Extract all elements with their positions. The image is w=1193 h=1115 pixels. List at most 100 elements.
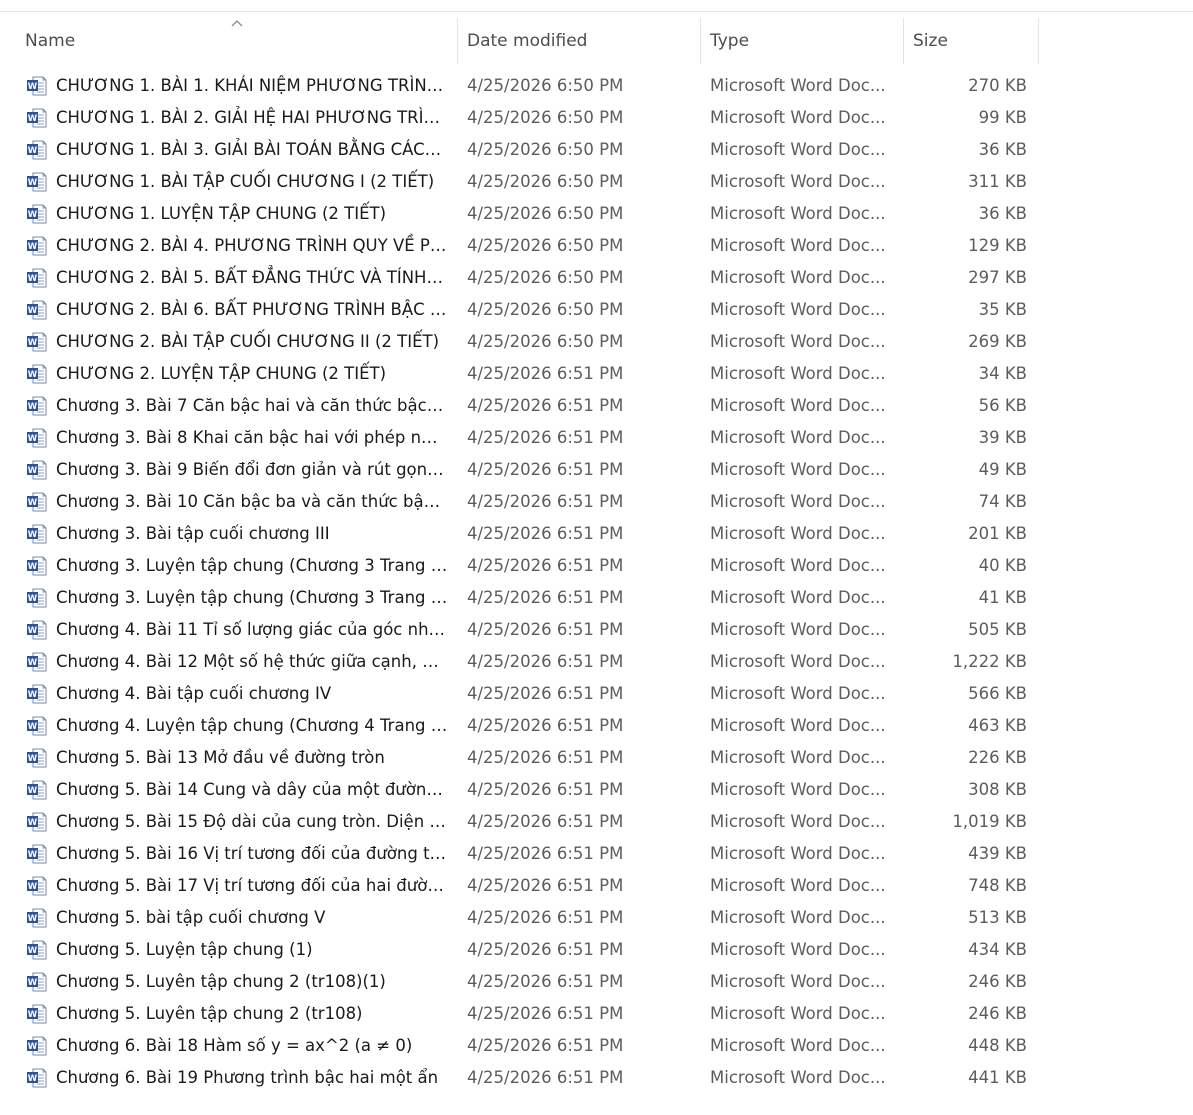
file-row[interactable]: W Chương 5. Luyện tập chung (1) 4/25/2026 … xyxy=(0,934,1193,966)
file-name[interactable]: Chương 3. Bài 8 Khai căn bậc hai với phé… xyxy=(56,422,448,454)
svg-text:W: W xyxy=(28,914,38,924)
file-name[interactable]: CHƯƠNG 1. BÀI TẬP CUỐI CHƯƠNG I (2 TIẾT) xyxy=(56,166,448,198)
file-name[interactable]: Chương 3. Bài 7 Căn bậc hai và căn thức … xyxy=(56,390,448,422)
file-date-modified: 4/25/2026 6:51 PM xyxy=(467,780,624,799)
file-date-modified: 4/25/2026 6:51 PM xyxy=(467,748,624,767)
file-date-modified: 4/25/2026 6:51 PM xyxy=(467,1036,624,1055)
svg-text:W: W xyxy=(28,658,38,668)
word-doc-icon: W xyxy=(27,332,47,352)
file-row[interactable]: W Chương 3. Luyện tập chung (Chương 3 Tra… xyxy=(0,582,1193,614)
svg-text:W: W xyxy=(28,498,38,508)
file-row[interactable]: W Chương 3. Bài tập cuối chương III 4/25/2… xyxy=(0,518,1193,550)
file-name[interactable]: CHƯƠNG 2. BÀI TẬP CUỐI CHƯƠNG II (2 TIẾT… xyxy=(56,326,448,358)
file-type: Microsoft Word Doc... xyxy=(710,1036,886,1055)
file-name[interactable]: Chương 5. Bài 14 Cung và dây của một đườ… xyxy=(56,774,448,806)
file-row[interactable]: W Chương 5. Bài 17 Vị trí tương đối của h… xyxy=(0,870,1193,902)
file-row[interactable]: W Chương 5. Bài 16 Vị trí tương đối của đ… xyxy=(0,838,1193,870)
file-size: 748 KB xyxy=(968,876,1027,895)
file-row[interactable]: W Chương 6. Bài 19 Phương trình bậc hai m… xyxy=(0,1062,1193,1094)
file-size: 246 KB xyxy=(968,972,1027,991)
file-date-modified: 4/25/2026 6:51 PM xyxy=(467,460,624,479)
file-name[interactable]: Chương 3. Luyện tập chung (Chương 3 Tran… xyxy=(56,550,448,582)
file-row[interactable]: W CHƯƠNG 1. LUYỆN TẬP CHUNG (2 TIẾT) 4/25/… xyxy=(0,198,1193,230)
word-doc-icon: W xyxy=(27,268,47,288)
file-row[interactable]: W Chương 4. Luyện tập chung (Chương 4 Tra… xyxy=(0,710,1193,742)
svg-text:W: W xyxy=(28,402,38,412)
file-date-modified: 4/25/2026 6:50 PM xyxy=(467,76,624,95)
file-size: 226 KB xyxy=(968,748,1027,767)
file-size: 463 KB xyxy=(968,716,1027,735)
file-name[interactable]: Chương 4. Bài tập cuối chương IV xyxy=(56,678,448,710)
column-header-size[interactable]: Size xyxy=(905,18,1038,64)
file-date-modified: 4/25/2026 6:51 PM xyxy=(467,1004,624,1023)
column-divider[interactable] xyxy=(457,18,458,64)
file-row[interactable]: W Chương 5. Luyên tập chung 2 (tr108)(1) 4… xyxy=(0,966,1193,998)
file-name[interactable]: Chương 4. Bài 11 Tỉ số lượng giác của gó… xyxy=(56,614,448,646)
column-divider[interactable] xyxy=(1038,18,1039,64)
file-name[interactable]: Chương 6. Bài 19 Phương trình bậc hai mộ… xyxy=(56,1062,448,1094)
file-name[interactable]: Chương 5. Luyện tập chung (1) xyxy=(56,934,448,966)
file-name[interactable]: Chương 5. Bài 13 Mở đầu về đường tròn xyxy=(56,742,448,774)
file-name[interactable]: Chương 3. Bài tập cuối chương III xyxy=(56,518,448,550)
file-size: 1,019 KB xyxy=(952,812,1027,831)
file-row[interactable]: W CHƯƠNG 1. BÀI 1. KHÁI NIỆM PHƯƠNG TRÌNH… xyxy=(0,70,1193,102)
file-name[interactable]: Chương 3. Bài 10 Căn bậc ba và căn thức … xyxy=(56,486,448,518)
file-row[interactable]: W Chương 3. Bài 10 Căn bậc ba và căn thức… xyxy=(0,486,1193,518)
file-row[interactable]: W Chương 4. Bài 11 Tỉ số lượng giác của g… xyxy=(0,614,1193,646)
file-row[interactable]: W CHƯƠNG 2. BÀI 4. PHƯƠNG TRÌNH QUY VỀ PH… xyxy=(0,230,1193,262)
svg-text:W: W xyxy=(28,370,38,380)
file-name[interactable]: Chương 5. Bài 16 Vị trí tương đối của đư… xyxy=(56,838,448,870)
word-doc-icon: W xyxy=(27,204,47,224)
file-name[interactable]: Chương 5. bài tập cuối chương V xyxy=(56,902,448,934)
word-doc-icon: W xyxy=(27,652,47,672)
column-header-row: Name Date modified Type Size xyxy=(0,18,1193,64)
file-name[interactable]: CHƯƠNG 1. BÀI 2. GIẢI HỆ HAI PHƯƠNG TRÌN… xyxy=(56,102,448,134)
file-name[interactable]: Chương 5. Bài 15 Độ dài của cung tròn. D… xyxy=(56,806,448,838)
file-row[interactable]: W CHƯƠNG 1. BÀI 2. GIẢI HỆ HAI PHƯƠNG TRÌ… xyxy=(0,102,1193,134)
column-divider[interactable] xyxy=(903,18,904,64)
svg-text:W: W xyxy=(28,82,38,92)
file-name[interactable]: Chương 4. Luyện tập chung (Chương 4 Tran… xyxy=(56,710,448,742)
file-row[interactable]: W CHƯƠNG 2. BÀI TẬP CUỐI CHƯƠNG II (2 TIẾ… xyxy=(0,326,1193,358)
file-row[interactable]: W Chương 5. Bài 14 Cung và dây của một đư… xyxy=(0,774,1193,806)
file-name[interactable]: Chương 4. Bài 12 Một số hệ thức giữa cạn… xyxy=(56,646,448,678)
file-name[interactable]: CHƯƠNG 1. LUYỆN TẬP CHUNG (2 TIẾT) xyxy=(56,198,448,230)
word-doc-icon: W xyxy=(27,140,47,160)
file-row[interactable]: W CHƯƠNG 2. BÀI 5. BẤT ĐẲNG THỨC VÀ TÍNH … xyxy=(0,262,1193,294)
file-date-modified: 4/25/2026 6:50 PM xyxy=(467,172,624,191)
file-row[interactable]: W Chương 4. Bài tập cuối chương IV 4/25/20… xyxy=(0,678,1193,710)
file-name[interactable]: Chương 3. Bài 9 Biến đổi đơn giản và rút… xyxy=(56,454,448,486)
file-row[interactable]: W Chương 4. Bài 12 Một số hệ thức giữa cạ… xyxy=(0,646,1193,678)
file-name[interactable]: Chương 5. Luyên tập chung 2 (tr108) xyxy=(56,998,448,1030)
file-row[interactable]: W Chương 3. Bài 7 Căn bậc hai và căn thức… xyxy=(0,390,1193,422)
file-name[interactable]: Chương 6. Bài 18 Hàm số y = ax^2 (a ≠ 0) xyxy=(56,1030,448,1062)
file-name[interactable]: CHƯƠNG 1. BÀI 1. KHÁI NIỆM PHƯƠNG TRÌNH.… xyxy=(56,70,448,102)
file-name[interactable]: CHƯƠNG 2. BÀI 4. PHƯƠNG TRÌNH QUY VỀ PH.… xyxy=(56,230,448,262)
file-row[interactable]: W Chương 6. Bài 18 Hàm số y = ax^2 (a ≠ 0… xyxy=(0,1030,1193,1062)
column-divider[interactable] xyxy=(700,18,701,64)
column-header-date-modified[interactable]: Date modified xyxy=(459,18,700,64)
file-row[interactable]: W Chương 5. Luyên tập chung 2 (tr108) 4/25… xyxy=(0,998,1193,1030)
file-row[interactable]: W CHƯƠNG 2. LUYỆN TẬP CHUNG (2 TIẾT) 4/25/… xyxy=(0,358,1193,390)
file-row[interactable]: W Chương 5. Bài 13 Mở đầu về đường tròn 4/… xyxy=(0,742,1193,774)
word-doc-icon: W xyxy=(27,396,47,416)
file-row[interactable]: W CHƯƠNG 2. BÀI 6. BẤT PHƯƠNG TRÌNH BẬC N… xyxy=(0,294,1193,326)
file-name[interactable]: Chương 3. Luyện tập chung (Chương 3 Tran… xyxy=(56,582,448,614)
file-row[interactable]: W Chương 3. Bài 8 Khai căn bậc hai với ph… xyxy=(0,422,1193,454)
file-name[interactable]: CHƯƠNG 2. BÀI 6. BẤT PHƯƠNG TRÌNH BẬC N.… xyxy=(56,294,448,326)
column-header-name[interactable]: Name xyxy=(17,18,457,64)
file-row[interactable]: W Chương 5. bài tập cuối chương V 4/25/202… xyxy=(0,902,1193,934)
file-row[interactable]: W CHƯƠNG 1. BÀI TẬP CUỐI CHƯƠNG I (2 TIẾT… xyxy=(0,166,1193,198)
file-name[interactable]: Chương 5. Luyên tập chung 2 (tr108)(1) xyxy=(56,966,448,998)
file-name[interactable]: CHƯƠNG 2. LUYỆN TẬP CHUNG (2 TIẾT) xyxy=(56,358,448,390)
file-type: Microsoft Word Doc... xyxy=(710,876,886,895)
file-name[interactable]: Chương 5. Bài 17 Vị trí tương đối của ha… xyxy=(56,870,448,902)
file-name[interactable]: CHƯƠNG 1. BÀI 3. GIẢI BÀI TOÁN BẰNG CÁCH… xyxy=(56,134,448,166)
file-row[interactable]: W Chương 5. Bài 15 Độ dài của cung tròn. … xyxy=(0,806,1193,838)
file-name[interactable]: CHƯƠNG 2. BÀI 5. BẤT ĐẲNG THỨC VÀ TÍNH C… xyxy=(56,262,448,294)
word-doc-icon: W xyxy=(27,716,47,736)
column-header-type[interactable]: Type xyxy=(702,18,903,64)
file-row[interactable]: W CHƯƠNG 1. BÀI 3. GIẢI BÀI TOÁN BẰNG CÁC… xyxy=(0,134,1193,166)
file-row[interactable]: W Chương 3. Bài 9 Biến đổi đơn giản và rú… xyxy=(0,454,1193,486)
file-row[interactable]: W Chương 3. Luyện tập chung (Chương 3 Tra… xyxy=(0,550,1193,582)
